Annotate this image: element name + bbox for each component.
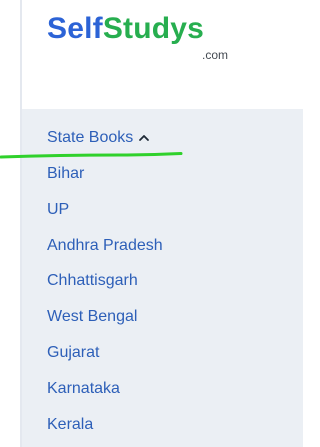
state-item-gujarat[interactable]: Gujarat (47, 343, 163, 379)
logo-text-studys: Studys (102, 12, 205, 45)
state-item-kerala[interactable]: Kerala (47, 415, 163, 447)
state-item-west-bengal[interactable]: West Bengal (47, 307, 163, 343)
logo-domain: .com (202, 48, 229, 62)
state-item-andhra-pradesh[interactable]: Andhra Pradesh (47, 236, 163, 272)
state-item-chhattisgarh[interactable]: Chhattisgarh (47, 271, 163, 307)
state-item-bihar[interactable]: Bihar (47, 164, 163, 200)
page-frame: SelfStudys .com State Books Bihar UP And… (0, 0, 303, 447)
state-books-toggle[interactable]: State Books (47, 127, 151, 149)
state-list: Bihar UP Andhra Pradesh Chhattisgarh Wes… (47, 164, 163, 447)
logo-text-self: Self (47, 12, 103, 45)
state-item-karnataka[interactable]: Karnataka (47, 379, 163, 415)
state-books-menu: State Books Bihar UP Andhra Pradesh Chha… (22, 109, 303, 447)
brand-logo[interactable]: SelfStudys (47, 12, 204, 46)
state-books-label: State Books (47, 129, 134, 146)
state-item-up[interactable]: UP (47, 200, 163, 236)
chevron-up-icon (137, 131, 151, 145)
site-header: SelfStudys .com (22, 0, 303, 109)
